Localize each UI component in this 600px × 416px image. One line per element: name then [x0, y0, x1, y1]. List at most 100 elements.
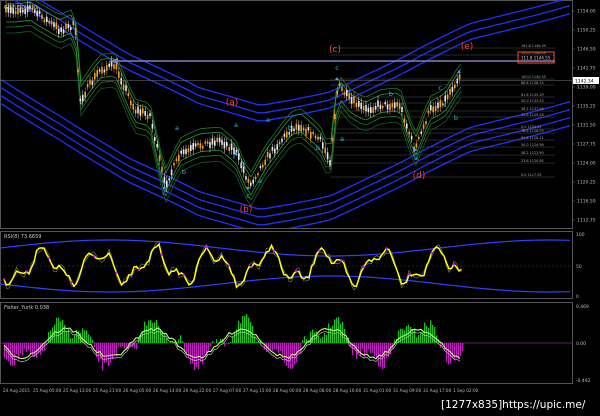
fisher-histogram-bar [432, 325, 433, 343]
fib-level-label: 61.8 1126.21 [521, 136, 544, 140]
candle-body [152, 124, 154, 129]
fisher-histogram-bar [180, 335, 181, 343]
candle-body [68, 24, 70, 28]
rsi-extreme-dot [205, 246, 207, 248]
fisher-histogram-bar [230, 342, 231, 343]
time-tick-label: 31 Aug 01:00 [363, 388, 392, 393]
candle-body [272, 147, 274, 151]
candle-body [231, 144, 233, 150]
fisher-histogram-bar [320, 338, 321, 343]
fisher-histogram-bar [274, 343, 275, 349]
rsi-extreme-dot [318, 249, 320, 251]
candle-body [348, 93, 350, 99]
fisher-histogram-bar [16, 343, 17, 354]
candle-body [137, 106, 139, 113]
candle-body [336, 91, 338, 95]
fisher-histogram-bar [298, 343, 299, 354]
fisher-histogram-bar [20, 343, 21, 353]
fisher-histogram-bar [146, 326, 147, 343]
time-tick-label: 26 Aug 14:00 [153, 388, 182, 393]
fib-level-label: 38.2 1131.58 [521, 107, 544, 111]
candle-body [437, 103, 439, 109]
rsi-extreme-dot [48, 257, 50, 259]
candle-body [281, 139, 283, 142]
candle-body [423, 124, 425, 128]
candle-body [389, 104, 391, 110]
candle-body [312, 132, 314, 134]
rsi-extreme-dot [295, 270, 297, 272]
fisher-axis-bottom: -0.492 [576, 378, 591, 384]
candle-body [197, 143, 199, 145]
candle-body [123, 84, 125, 90]
candle-body [80, 99, 82, 102]
fisher-histogram-bar [420, 333, 421, 343]
sub-wave-label: a [266, 116, 270, 124]
candle-body [401, 107, 403, 112]
candle-body [293, 129, 295, 132]
candle-body [288, 132, 290, 134]
fisher-histogram-bar [120, 343, 121, 347]
candle-body [320, 137, 322, 139]
price-tick-label: 1127.75 [577, 142, 596, 148]
time-tick-label: 31 Aug 09:00 [393, 388, 422, 393]
fisher-histogram-bar [24, 343, 25, 349]
fisher-histogram-bar [416, 337, 417, 343]
time-tick-label: 26 Aug 05:00 [123, 388, 152, 393]
fisher-histogram-bar [108, 343, 109, 366]
fisher-histogram-bar [26, 343, 27, 352]
candle-body [180, 151, 182, 154]
candle-body [334, 114, 336, 119]
sub-wave-label: c [443, 101, 447, 109]
rsi-axis-bottom: 0 [576, 294, 579, 300]
wave-label-d: (d) [413, 171, 426, 181]
fisher-histogram-bar [454, 343, 455, 361]
candle-body [346, 90, 348, 96]
candle-body [178, 155, 180, 162]
fisher-histogram-bar [190, 343, 191, 364]
fisher-axis-top: 0.469 [576, 304, 589, 310]
fisher-histogram-bar [44, 343, 45, 351]
rsi-extreme-dot [408, 273, 410, 275]
candle-body [286, 132, 288, 138]
fisher-histogram-bar [164, 334, 165, 343]
fib-level-label: 23.6 1120.85 [521, 159, 544, 163]
price-tick-label: 1154.00 [577, 9, 596, 15]
rsi-extreme-dot [273, 249, 275, 251]
candle-body [132, 104, 134, 110]
sub-wave-label: c [438, 84, 442, 92]
candle-body [51, 21, 53, 25]
fisher-histogram-bar [240, 323, 241, 343]
candle-body [53, 22, 55, 27]
fisher-histogram-bar [376, 343, 377, 358]
fib-level-label: 78.6 1128.59 [521, 129, 544, 133]
sub-wave-label: b [316, 144, 320, 152]
candle-body [454, 85, 456, 89]
time-tick-label: 31 Aug 17:00 [423, 388, 452, 393]
candle-body [264, 160, 266, 165]
candle-body [195, 143, 197, 146]
time-tick-label: 24 Aug 2015 [3, 388, 30, 393]
fisher-histogram-bar [142, 331, 143, 343]
candle-body [216, 138, 218, 142]
fib-level-label: 100.0 1140.55 [521, 75, 546, 79]
rsi-extreme-dot [93, 255, 95, 257]
fisher-histogram-bar [318, 336, 319, 343]
fisher-histogram-bar [204, 343, 205, 355]
fisher-histogram-bar [210, 343, 211, 346]
fisher-histogram-bar [18, 343, 19, 359]
candle-body [255, 177, 257, 180]
candle-body [269, 153, 271, 158]
candle-body [420, 131, 422, 133]
candle-body [164, 177, 166, 183]
candle-body [140, 109, 142, 115]
chart-canvas[interactable]: 161.8 1148.39150.0 1146.49100.0 1140.558… [0, 0, 600, 412]
candle-body [284, 134, 286, 137]
candle-body [48, 21, 50, 24]
fisher-histogram-bar [418, 335, 419, 343]
candle-body [70, 27, 72, 30]
candle-body [135, 109, 137, 113]
candle-body [404, 118, 406, 123]
candle-body [106, 65, 108, 70]
fisher-histogram-bar [322, 337, 323, 343]
price-tick-label: 1139.00 [577, 85, 596, 91]
